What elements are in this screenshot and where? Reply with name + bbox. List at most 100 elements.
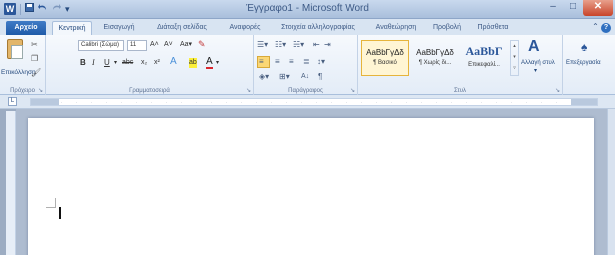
minimize-ribbon-icon[interactable]: ⌃ (592, 22, 599, 31)
change-styles-dropdown-icon[interactable]: ▾ (534, 67, 537, 74)
align-center-icon[interactable]: ≡ (275, 57, 280, 67)
tab-mailings[interactable]: Στοιχεία αλληλογραφίας (272, 21, 364, 35)
ruler-tick: · (556, 100, 558, 105)
ruler-tick: · (421, 100, 423, 105)
ruler-right-margin (571, 99, 597, 105)
bullets-icon[interactable]: ☰▾ (257, 40, 268, 50)
close-button[interactable]: ✕ (583, 0, 613, 16)
change-styles-button[interactable]: Αλλαγή στυλ (521, 60, 555, 66)
vertical-ruler (6, 111, 16, 255)
ruler-tick: · (271, 100, 273, 105)
ruler-tick: · (76, 100, 78, 105)
ruler-tick: · (121, 100, 123, 105)
tab-home[interactable]: Κεντρική (52, 21, 92, 35)
ruler-tick: · (346, 100, 348, 105)
ruler-tick: · (106, 100, 108, 105)
strikethrough-button[interactable]: abc (122, 58, 133, 68)
ruler-bar[interactable]: · · · · · · · · · · · · · · · · · · · · · · · · · · · · · · · · · · (30, 98, 598, 106)
styles-group: AaBbΓγΔδ ¶ Βασικό AaBbΓγΔδ ¶ Χωρίς δι...… (358, 35, 563, 95)
font-color-dropdown-icon[interactable]: ▾ (216, 58, 219, 68)
maximize-button[interactable]: □ (563, 0, 583, 16)
tab-references[interactable]: Αναφορές (224, 21, 266, 35)
text-effects-button[interactable]: A (170, 57, 177, 67)
tab-selector-button[interactable]: L (8, 97, 17, 106)
copy-icon[interactable]: ❐ (31, 54, 41, 64)
font-color-button[interactable]: A (206, 57, 213, 69)
underline-button[interactable]: U (104, 58, 110, 68)
help-icon[interactable]: ? (601, 23, 611, 33)
ruler-tick: · (496, 100, 498, 105)
style-heading-1[interactable]: AaBbΓ Επικεφαλί... (460, 40, 508, 76)
align-right-icon[interactable]: ≡ (289, 57, 294, 67)
tab-addins[interactable]: Πρόσθετα (472, 21, 514, 35)
dialog-launcher-icon[interactable]: ↘ (38, 87, 43, 94)
tab-review[interactable]: Αναθεώρηση (370, 21, 422, 35)
paste-icon[interactable] (7, 39, 23, 59)
editing-button[interactable]: Επεξεργασία (566, 60, 601, 66)
cut-icon[interactable]: ✂ (31, 40, 41, 50)
font-size-select[interactable]: 11 (127, 40, 147, 51)
tab-file[interactable]: Αρχείο (6, 21, 46, 35)
ruler-tick: · (211, 100, 213, 105)
change-styles-icon[interactable]: A (528, 38, 540, 56)
multilevel-list-icon[interactable]: ☵▾ (293, 40, 304, 50)
sort-icon[interactable]: A↓ (301, 72, 309, 82)
ruler-tick: · (241, 100, 243, 105)
justify-icon[interactable]: ≣ (303, 57, 310, 67)
numbering-icon[interactable]: ☷▾ (275, 40, 286, 50)
dialog-launcher-icon[interactable]: ↘ (246, 87, 251, 94)
ruler-tick: · (286, 100, 288, 105)
styles-gallery-scroll[interactable]: ▴ ▾ ▿ (510, 40, 519, 76)
change-case-button[interactable]: Aa▾ (180, 40, 192, 50)
document-page[interactable] (28, 118, 594, 255)
window-title: Έγγραφο1 - Microsoft Word (246, 3, 369, 14)
minimize-button[interactable]: – (543, 0, 563, 16)
dialog-launcher-icon[interactable]: ↘ (555, 87, 560, 94)
ruler-tick: · (541, 100, 543, 105)
dialog-launcher-icon[interactable]: ↘ (350, 87, 355, 94)
ruler-tick: · (406, 100, 408, 105)
vertical-scrollbar[interactable] (607, 109, 615, 255)
ruler-tick: · (166, 100, 168, 105)
binoculars-icon[interactable]: ♠ (581, 40, 587, 54)
italic-button[interactable]: I (92, 58, 95, 68)
tab-insert[interactable]: Εισαγωγή (98, 21, 140, 35)
clear-formatting-icon[interactable]: ✎ (198, 39, 206, 49)
crop-mark (46, 198, 56, 208)
style-no-spacing[interactable]: AaBbΓγΔδ ¶ Χωρίς δι... (411, 40, 459, 76)
bold-button[interactable]: B (80, 58, 86, 68)
superscript-button[interactable]: x² (154, 58, 160, 68)
highlight-button[interactable]: ab (189, 58, 197, 68)
style-name: ¶ Χωρίς δι... (418, 60, 452, 66)
ruler-tick: · (451, 100, 453, 105)
show-formatting-icon[interactable]: ¶ (318, 72, 322, 82)
font-name-select[interactable]: Calibri (Σώμα) (78, 40, 124, 51)
ruler-tick: · (256, 100, 258, 105)
decrease-indent-icon[interactable]: ⇤ (313, 40, 320, 50)
ruler-tick: · (196, 100, 198, 105)
tab-view[interactable]: Προβολή (428, 21, 466, 35)
underline-dropdown-icon[interactable]: ▾ (114, 58, 117, 68)
line-spacing-icon[interactable]: ↕▾ (317, 57, 325, 67)
editing-group: ♠ Επεξεργασία (563, 35, 615, 95)
ruler-left-margin (31, 99, 59, 105)
ruler-tick: · (316, 100, 318, 105)
grow-font-button[interactable]: A˄ (150, 40, 159, 50)
borders-icon[interactable]: ⊞▾ (279, 72, 290, 82)
ruler-tick: · (91, 100, 93, 105)
tab-page-layout[interactable]: Διάταξη σελίδας (146, 21, 218, 35)
ribbon-tabs: Αρχείο Κεντρική Εισαγωγή Διάταξη σελίδας… (0, 19, 615, 35)
subscript-button[interactable]: x₂ (141, 58, 147, 68)
ruler-tick: · (436, 100, 438, 105)
format-painter-icon[interactable]: 🖌 (31, 68, 41, 78)
style-normal[interactable]: AaBbΓγΔδ ¶ Βασικό (361, 40, 409, 76)
ruler-tick: · (466, 100, 468, 105)
shading-icon[interactable]: ◈▾ (259, 72, 269, 82)
ruler-tick: · (136, 100, 138, 105)
shrink-font-button[interactable]: A˅ (164, 40, 173, 50)
window-controls: – □ ✕ (543, 0, 613, 16)
ruler-tick: · (481, 100, 483, 105)
font-group: Calibri (Σώμα) 11 A˄ A˅ Aa▾ ✎ B I U ▾ ab… (46, 35, 254, 95)
increase-indent-icon[interactable]: ⇥ (324, 40, 331, 50)
style-sample: AaBbΓγΔδ (416, 48, 454, 57)
